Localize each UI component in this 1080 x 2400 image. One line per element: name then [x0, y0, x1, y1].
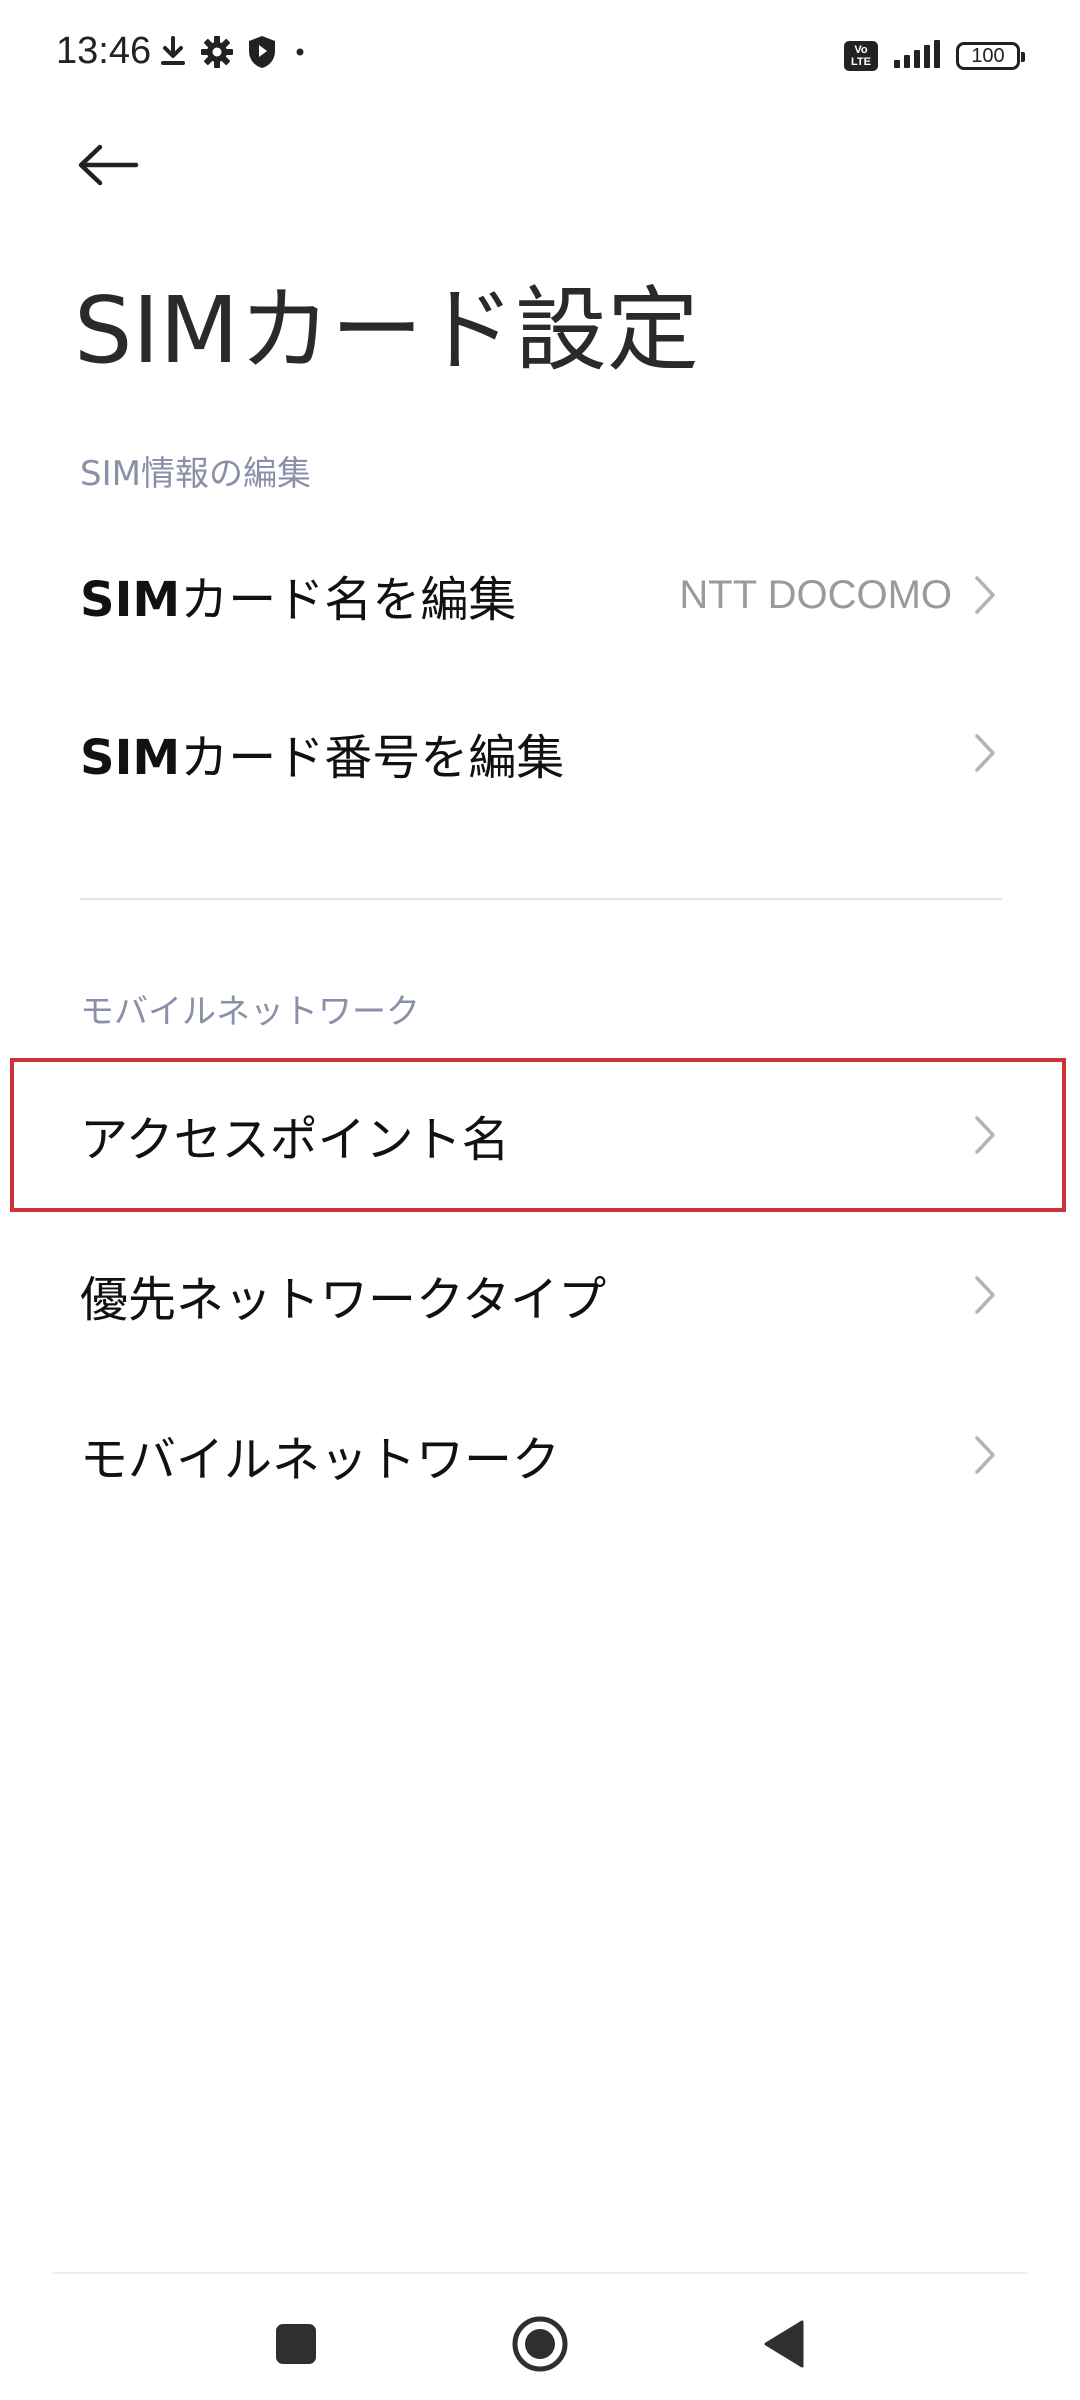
chevron-right-icon — [970, 1273, 1000, 1317]
download-icon — [158, 35, 188, 73]
row-preferred-network-type[interactable]: 優先ネットワークタイプ — [0, 1220, 1080, 1370]
battery-icon: 100 — [956, 42, 1025, 70]
back-button[interactable] — [68, 130, 148, 200]
shield-icon — [246, 34, 278, 74]
status-bar: 13:46 Vo LTE 100 — [0, 0, 1080, 110]
recents-button[interactable] — [256, 2304, 336, 2384]
gear-icon — [200, 35, 234, 73]
back-nav-button[interactable] — [744, 2304, 824, 2384]
arrow-left-icon — [78, 144, 139, 186]
status-icons-left — [158, 34, 310, 74]
chevron-right-icon — [970, 573, 1000, 617]
volte-icon: Vo LTE — [844, 41, 878, 71]
triangle-back-icon — [764, 2320, 804, 2368]
signal-icon — [892, 38, 942, 74]
chevron-right-icon — [970, 731, 1000, 775]
highlight-box — [10, 1058, 1066, 1212]
row-mobile-network[interactable]: モバイルネットワーク — [0, 1380, 1080, 1530]
nav-bar — [0, 2274, 1080, 2400]
circle-icon — [512, 2316, 568, 2372]
section-header-sim-info: SIM情報の編集 — [80, 454, 311, 494]
page-title: SIMカード設定 — [74, 277, 699, 384]
status-icons-right: Vo LTE 100 — [844, 36, 1025, 76]
chevron-right-icon — [970, 1433, 1000, 1477]
row-value-carrier: NTT DOCOMO — [679, 572, 952, 617]
row-edit-sim-number[interactable]: SIMカード番号を編集 — [0, 678, 1080, 828]
row-label: モバイルネットワーク — [80, 1432, 561, 1488]
divider — [80, 898, 1002, 900]
row-edit-sim-name[interactable]: SIMカード名を編集 NTT DOCOMO — [0, 520, 1080, 670]
row-label: SIMカード名を編集 — [80, 572, 517, 628]
row-label: SIMカード番号を編集 — [80, 730, 565, 786]
row-label: 優先ネットワークタイプ — [80, 1272, 607, 1328]
status-time: 13:46 — [56, 30, 152, 72]
square-icon — [276, 2324, 316, 2364]
section-header-mobile-network: モバイルネットワーク — [80, 992, 420, 1032]
screen: 13:46 Vo LTE 100 SIMカード設定 SIM情報の編集 SIMカー… — [0, 0, 1080, 2400]
home-button[interactable] — [500, 2304, 580, 2384]
dot-icon — [290, 42, 310, 66]
